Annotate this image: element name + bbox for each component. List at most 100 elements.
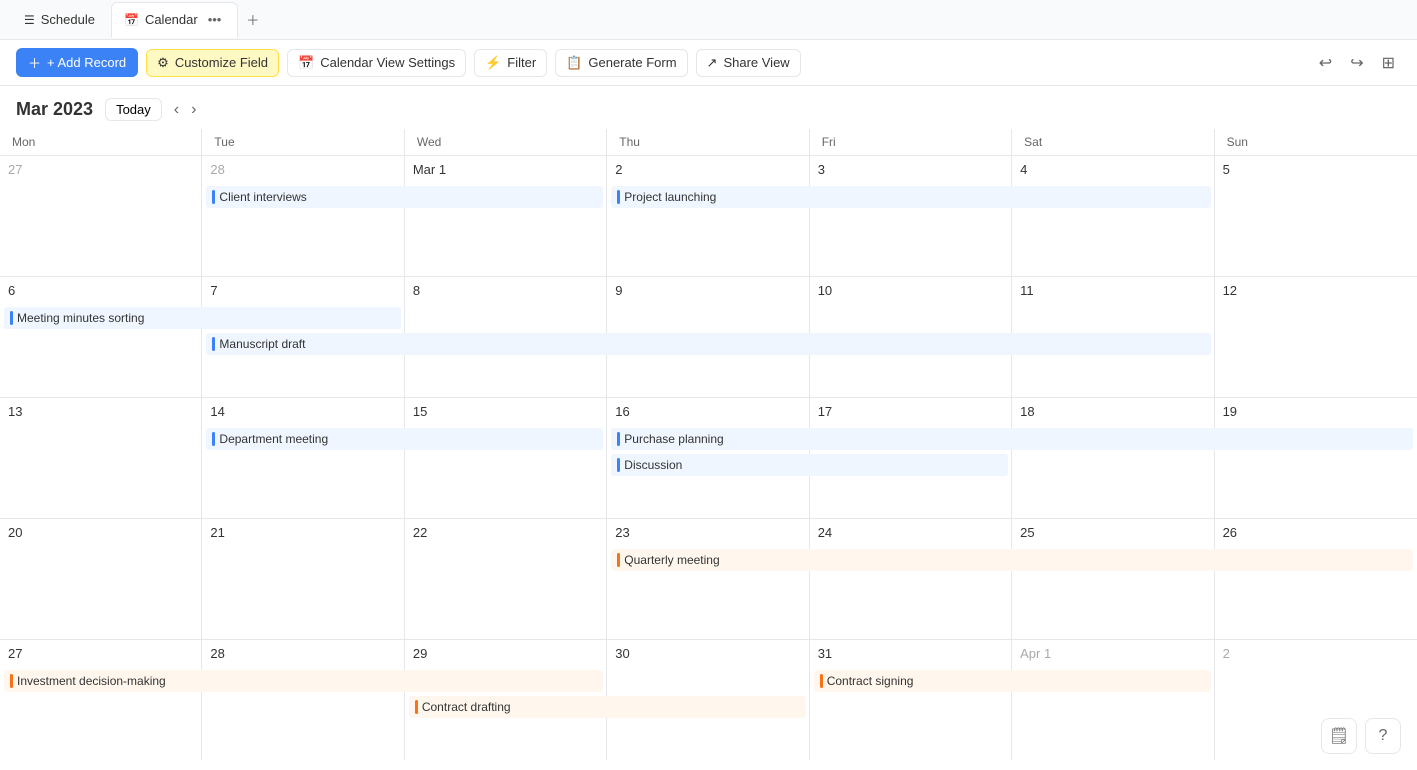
tab-calendar-label: Calendar (145, 12, 198, 27)
calendar-view-settings-icon: 📅 (298, 55, 314, 71)
cell-26[interactable]: 26 (1215, 519, 1417, 639)
calendar-header: Mar 2023 Today ‹ › (0, 86, 1417, 129)
redo-button[interactable]: ↪ (1344, 49, 1369, 77)
cell-5[interactable]: 5 (1215, 156, 1417, 276)
cell-24[interactable]: 24 (810, 519, 1012, 639)
week-row-2: 6 7 8 9 10 11 12 Meeting minutes sorting… (0, 277, 1417, 398)
event-client-interviews[interactable]: Client interviews (206, 186, 603, 208)
cell-18[interactable]: 18 (1012, 398, 1214, 518)
bottom-icons: 🗒 ? (1321, 718, 1401, 754)
cell-12[interactable]: 12 (1215, 277, 1417, 397)
event-label: Department meeting (219, 432, 328, 446)
day-mon: Mon (0, 129, 202, 155)
cell-27-feb[interactable]: 27 (0, 156, 202, 276)
tab-bar: ☰ Schedule 📅 Calendar ••• ＋ (0, 0, 1417, 40)
event-dot (212, 432, 215, 446)
week-row-1: 27 28 Mar 1 2 3 4 5 Client interviews Pr… (0, 156, 1417, 277)
cell-19[interactable]: 19 (1215, 398, 1417, 518)
week-row-4: 20 21 22 23 24 25 26 Quarterly meeting (0, 519, 1417, 640)
tab-calendar[interactable]: 📅 Calendar ••• (111, 2, 238, 38)
cell-2[interactable]: 2 (607, 156, 809, 276)
generate-form-label: Generate Form (588, 55, 676, 70)
today-button[interactable]: Today (105, 98, 162, 121)
event-investment-decision[interactable]: Investment decision-making (4, 670, 603, 692)
cell-28-mar[interactable]: 28 (202, 640, 404, 760)
customize-field-icon: ⚙ (157, 55, 169, 71)
event-manuscript-draft[interactable]: Manuscript draft (206, 333, 1210, 355)
event-dot (820, 674, 823, 688)
cell-mar1[interactable]: Mar 1 (405, 156, 607, 276)
calendar-body: 27 28 Mar 1 2 3 4 5 Client interviews Pr… (0, 156, 1417, 760)
event-label: Purchase planning (624, 432, 723, 446)
next-month-button[interactable]: › (191, 101, 196, 119)
calendar-icon: 📅 (124, 13, 139, 27)
tab-more-button[interactable]: ••• (204, 8, 226, 31)
event-dot (617, 553, 620, 567)
cell-28-feb[interactable]: 28 (202, 156, 404, 276)
cell-27[interactable]: 27 (0, 640, 202, 760)
filter-icon: ⚡ (485, 55, 501, 71)
event-dot (212, 190, 215, 204)
doc-icon-button[interactable]: 🗒 (1321, 718, 1357, 754)
event-purchase-planning[interactable]: Purchase planning (611, 428, 1413, 450)
event-label: Client interviews (219, 190, 306, 204)
cell-31[interactable]: 31 (810, 640, 1012, 760)
day-wed: Wed (405, 129, 607, 155)
week-row-3: 13 14 15 16 17 18 19 Department meeting … (0, 398, 1417, 519)
toolbar: ＋ + Add Record ⚙ Customize Field 📅 Calen… (0, 40, 1417, 86)
tab-schedule-label: Schedule (41, 12, 95, 27)
share-view-label: Share View (723, 55, 789, 70)
event-dot (617, 190, 620, 204)
tab-schedule[interactable]: ☰ Schedule (12, 2, 107, 38)
event-label: Contract signing (827, 674, 914, 688)
cell-6[interactable]: 6 (0, 277, 202, 397)
cell-22[interactable]: 22 (405, 519, 607, 639)
calendar-view-settings-label: Calendar View Settings (320, 55, 455, 70)
cell-15[interactable]: 15 (405, 398, 607, 518)
share-view-button[interactable]: ↗ Share View (696, 49, 801, 77)
event-project-launching[interactable]: Project launching (611, 186, 1210, 208)
event-department-meeting[interactable]: Department meeting (206, 428, 603, 450)
event-label: Project launching (624, 190, 716, 204)
add-record-icon: ＋ (28, 53, 41, 72)
event-meeting-minutes[interactable]: Meeting minutes sorting (4, 307, 401, 329)
day-sat: Sat (1012, 129, 1214, 155)
customize-field-button[interactable]: ⚙ Customize Field (146, 49, 279, 77)
calendar-month-title: Mar 2023 (16, 99, 93, 120)
cell-13[interactable]: 13 (0, 398, 202, 518)
search-button[interactable]: ⊞ (1376, 49, 1401, 77)
undo-button[interactable]: ↩ (1313, 49, 1338, 77)
cell-3[interactable]: 3 (810, 156, 1012, 276)
cell-21[interactable]: 21 (202, 519, 404, 639)
event-quarterly-meeting[interactable]: Quarterly meeting (611, 549, 1413, 571)
add-tab-button[interactable]: ＋ (242, 6, 263, 33)
calendar-view-settings-button[interactable]: 📅 Calendar View Settings (287, 49, 466, 77)
cell-23[interactable]: 23 (607, 519, 809, 639)
cell-25[interactable]: 25 (1012, 519, 1214, 639)
day-tue: Tue (202, 129, 404, 155)
cell-apr1[interactable]: Apr 1 (1012, 640, 1214, 760)
cell-4[interactable]: 4 (1012, 156, 1214, 276)
generate-form-button[interactable]: 📋 Generate Form (555, 49, 687, 77)
event-label: Investment decision-making (17, 674, 166, 688)
generate-form-icon: 📋 (566, 55, 582, 71)
event-dot (415, 700, 418, 714)
cell-20[interactable]: 20 (0, 519, 202, 639)
event-label: Contract drafting (422, 700, 511, 714)
help-icon-button[interactable]: ? (1365, 718, 1401, 754)
cell-14[interactable]: 14 (202, 398, 404, 518)
event-dot (212, 337, 215, 351)
event-label: Meeting minutes sorting (17, 311, 144, 325)
event-dot (10, 311, 13, 325)
customize-field-label: Customize Field (175, 55, 268, 70)
filter-button[interactable]: ⚡ Filter (474, 49, 547, 77)
event-dot (617, 432, 620, 446)
event-contract-signing[interactable]: Contract signing (814, 670, 1211, 692)
add-record-button[interactable]: ＋ + Add Record (16, 48, 138, 77)
week-row-5: 27 28 29 30 31 Apr 1 2 Investment decisi… (0, 640, 1417, 760)
prev-month-button[interactable]: ‹ (174, 101, 179, 119)
schedule-icon: ☰ (24, 13, 35, 27)
event-contract-drafting[interactable]: Contract drafting (409, 696, 806, 718)
event-discussion[interactable]: Discussion (611, 454, 1008, 476)
toolbar-right: ↩ ↪ ⊞ (1313, 49, 1401, 77)
